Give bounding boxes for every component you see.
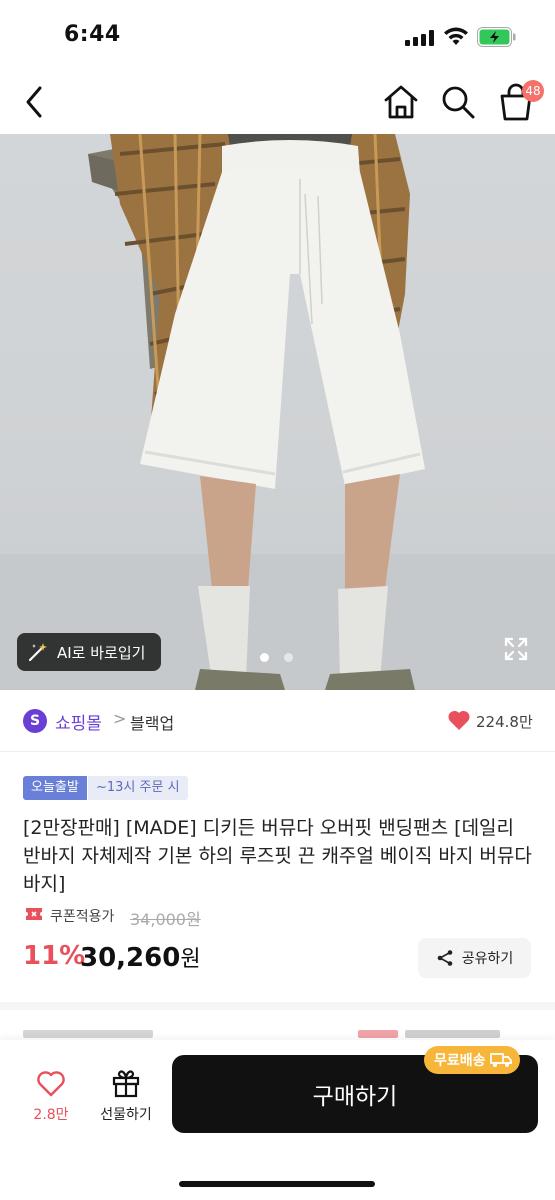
price-unit: 원 — [180, 947, 201, 972]
heart-outline-icon — [37, 1071, 65, 1097]
top-nav-bar — [0, 72, 555, 134]
coupon-icon — [26, 908, 42, 920]
status-bar: 6:44 — [0, 0, 555, 72]
hidden-price — [405, 1030, 500, 1038]
shop-category-link[interactable]: 쇼핑몰 — [55, 709, 102, 734]
home-indicator — [179, 1181, 375, 1187]
hidden-text — [23, 1030, 153, 1038]
share-label: 공유하기 — [461, 951, 514, 967]
sale-price: 30,260원 — [80, 941, 201, 973]
wifi-icon — [444, 27, 468, 45]
magic-wand-icon — [28, 643, 47, 662]
free-shipping-label: 무료배송 — [434, 1053, 486, 1069]
free-shipping-badge: 무료배송 — [424, 1046, 520, 1074]
product-title: [2만장판매] [MADE] 디키든 버뮤다 오버핏 밴딩팬츠 [데일리 반바지… — [23, 817, 532, 895]
section-divider — [0, 1002, 555, 1010]
cart-count-badge: 48 — [522, 80, 544, 102]
wishlist-count: 2.8만 — [33, 1107, 69, 1123]
brand-like-count: 224.8만 — [476, 713, 533, 731]
search-icon[interactable] — [440, 84, 476, 120]
shop-logo[interactable]: S — [23, 709, 47, 733]
truck-icon — [489, 1053, 512, 1067]
product-photo — [0, 134, 555, 690]
gift-button[interactable]: 선물하기 — [93, 1068, 159, 1130]
same-day-shipping-badge: 오늘출발 — [23, 776, 87, 800]
wishlist-button[interactable]: 2.8만 — [28, 1070, 74, 1130]
ai-try-on-button[interactable]: AI로 바로입기 — [17, 633, 161, 671]
share-button[interactable]: 공유하기 — [418, 938, 531, 978]
fullscreen-icon[interactable] — [503, 636, 529, 662]
image-pagination — [260, 653, 300, 663]
gift-label: 선물하기 — [100, 1107, 152, 1123]
sale-price-value: 30,260 — [80, 943, 181, 973]
shop-row: S 쇼핑몰 > 블랙업 224.8만 — [0, 690, 555, 752]
hidden-discount — [358, 1030, 398, 1038]
product-image[interactable] — [0, 134, 555, 690]
coupon-price-label: 쿠폰적용가 — [50, 909, 115, 925]
brand-link[interactable]: 블랙업 — [130, 710, 174, 734]
share-icon — [437, 950, 453, 966]
breadcrumb-separator: > — [113, 709, 127, 728]
pagination-dot — [284, 653, 293, 662]
chevron-left-icon[interactable] — [18, 82, 52, 122]
status-time: 6:44 — [64, 22, 121, 47]
signal-icon — [405, 30, 435, 46]
gift-icon — [112, 1070, 140, 1098]
discount-rate: 11% — [23, 941, 86, 971]
ai-try-on-label: AI로 바로입기 — [57, 643, 146, 662]
pagination-dot-active — [260, 653, 269, 662]
battery-icon — [477, 27, 516, 47]
heart-filled-icon[interactable] — [447, 709, 471, 731]
order-cutoff-badge: ~13시 주문 시 — [88, 776, 188, 800]
original-price: 34,000원 — [130, 910, 201, 929]
home-icon[interactable] — [382, 84, 420, 120]
